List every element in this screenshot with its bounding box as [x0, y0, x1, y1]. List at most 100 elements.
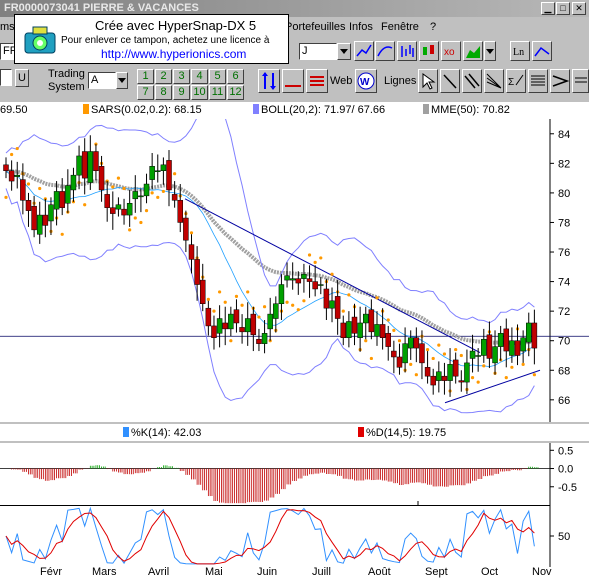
candle-body — [155, 170, 161, 172]
period-button-12[interactable]: 12 — [227, 85, 244, 100]
candle-body — [346, 321, 352, 339]
candle-body — [464, 362, 470, 383]
candle-body — [475, 355, 481, 357]
web-button[interactable]: W — [355, 69, 377, 93]
period-button-7[interactable]: 7 — [137, 85, 154, 100]
period-button-5[interactable]: 5 — [209, 69, 226, 84]
sar-dot — [482, 364, 486, 368]
sar-dot — [122, 186, 126, 191]
macd-tick-label: -0.5 — [558, 482, 577, 494]
candle-body — [256, 338, 262, 344]
pointer-tool-button[interactable] — [418, 69, 438, 93]
sar-dot — [442, 352, 447, 356]
candle-body — [407, 337, 414, 349]
menu-item-help[interactable]: ? — [430, 21, 436, 33]
bar-chart-button[interactable] — [397, 41, 417, 61]
candle-body — [273, 303, 279, 319]
sort-vertical-button[interactable] — [258, 69, 280, 93]
ohlc-bars-icon — [401, 45, 414, 57]
candle-body — [205, 307, 212, 327]
menu-item-ms[interactable]: ms — [0, 21, 15, 33]
sar-dot — [341, 309, 345, 313]
period-button-10[interactable]: 10 — [191, 85, 208, 100]
menu-item-portefeuilles[interactable]: Portefeuilles — [285, 21, 346, 33]
stochastic-panel[interactable]: 50 — [0, 505, 589, 567]
period-dropdown-button[interactable] — [337, 43, 351, 60]
sar-dot — [392, 328, 396, 332]
period-button-11[interactable]: 11 — [209, 85, 226, 100]
line-chart-button[interactable] — [354, 41, 374, 61]
sar-dot — [330, 272, 334, 276]
area-chart-icon — [466, 46, 480, 58]
period-button-1[interactable]: 1 — [137, 69, 154, 84]
more-tools-button[interactable] — [572, 69, 589, 93]
zoom-chart-button[interactable] — [532, 41, 552, 61]
macd-tick-label: 0.0 — [558, 464, 573, 476]
fan-tool-button[interactable] — [484, 69, 504, 93]
indicator-field[interactable] — [0, 69, 12, 86]
candle-body — [374, 324, 380, 337]
menu-item-infos[interactable]: Infos — [349, 21, 373, 33]
y-tick-label: 76 — [558, 247, 570, 259]
period-field[interactable]: J — [299, 43, 337, 60]
sar-dot — [83, 203, 87, 207]
sar-dot — [257, 315, 261, 319]
sar-dot — [347, 293, 351, 297]
horizontal-line-button[interactable] — [282, 69, 304, 93]
maximize-button[interactable]: □ — [556, 2, 570, 15]
period-button-6[interactable]: 6 — [227, 69, 244, 84]
code-field[interactable]: FR — [0, 43, 18, 60]
web-globe-icon: W — [357, 72, 375, 90]
trading-system-select[interactable]: A — [88, 72, 116, 89]
candle-body — [261, 333, 268, 344]
point-figure-button[interactable]: xo — [441, 41, 461, 61]
candle-body — [357, 322, 363, 339]
period-button-8[interactable]: 8 — [155, 85, 172, 100]
curve-chart-button[interactable] — [375, 41, 395, 61]
sar-dot — [206, 297, 210, 301]
sar-dot — [212, 309, 216, 313]
candle-body — [70, 174, 77, 191]
candle-body — [183, 217, 189, 241]
fibonacci-tool-button[interactable]: Σ — [506, 69, 526, 93]
underline-button[interactable]: U — [15, 69, 29, 87]
sar-dot — [156, 195, 160, 199]
vertical-scale-icon — [262, 72, 276, 90]
minimize-button[interactable]: ▁ — [541, 2, 555, 15]
levels-tool-button[interactable] — [528, 69, 548, 93]
candle-body — [351, 316, 358, 334]
candle-body — [48, 204, 54, 222]
candle-body — [211, 325, 217, 339]
parallel-tool-button[interactable] — [462, 69, 482, 93]
candle-body — [160, 164, 167, 171]
chart-type-dropdown-button[interactable] — [484, 41, 496, 61]
extend-tool-button[interactable] — [550, 69, 570, 93]
period-button-3[interactable]: 3 — [173, 69, 190, 84]
candle-body — [441, 375, 448, 381]
candle-body — [531, 322, 538, 349]
sar-dot — [111, 185, 115, 189]
close-button[interactable]: ✕ — [572, 2, 586, 15]
system-dropdown-button[interactable] — [116, 72, 128, 89]
log-scale-button[interactable]: Ln — [510, 41, 530, 61]
trendline-tool-button[interactable] — [440, 69, 460, 93]
candle-body — [278, 284, 285, 305]
macd-panel[interactable]: 0.5 0.0 -0.5 — [0, 443, 589, 507]
watermark-url: http://www.hyperionics.com — [101, 47, 247, 61]
price-chart-panel[interactable]: 84 82 80 78 76 74 72 70 68 66 — [0, 96, 589, 422]
sar-dot — [26, 182, 31, 186]
period-button-2[interactable]: 2 — [155, 69, 172, 84]
channel-lines-button[interactable] — [306, 69, 328, 93]
period-button-4[interactable]: 4 — [191, 69, 208, 84]
candle-body — [486, 334, 493, 359]
candle-body — [8, 170, 15, 182]
candle-body — [503, 328, 510, 352]
candle-body — [509, 340, 515, 356]
candle-body — [93, 151, 99, 171]
area-chart-button[interactable] — [463, 41, 483, 61]
candle-body — [59, 191, 65, 208]
period-button-9[interactable]: 9 — [173, 85, 190, 100]
sar-dot — [364, 339, 368, 343]
candle-chart-button[interactable] — [419, 41, 439, 61]
menu-item-fenetre[interactable]: Fenêtre — [381, 21, 419, 33]
